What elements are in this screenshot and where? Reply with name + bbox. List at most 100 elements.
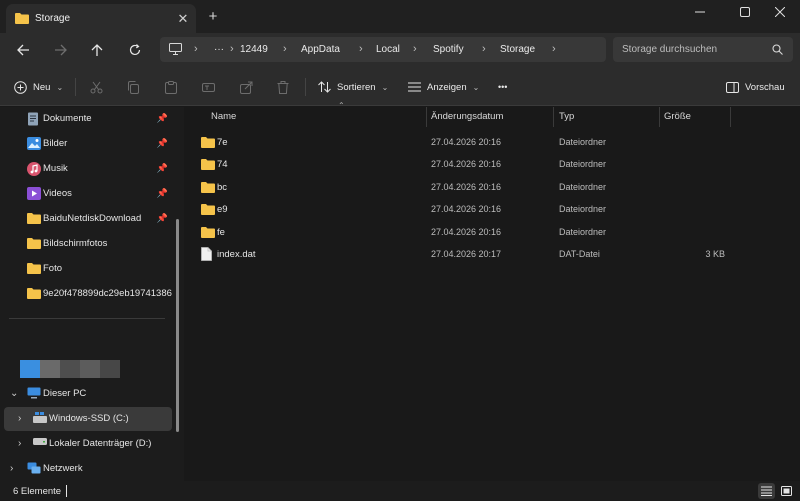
computer-icon xyxy=(27,387,41,401)
tiles-view-button[interactable] xyxy=(778,483,795,499)
table-row[interactable]: e9 27.04.2026 20:16 Dateiordner xyxy=(191,198,747,220)
chevron-right-icon[interactable]: › xyxy=(10,463,13,474)
view-button-label: Anzeigen xyxy=(427,81,467,93)
file-size: 3 KB xyxy=(705,249,725,259)
rename-button[interactable] xyxy=(202,78,215,96)
sidebar-item-network[interactable]: › Netzwerk xyxy=(4,457,172,481)
sidebar-item-bilder[interactable]: Bilder 📌 xyxy=(4,132,172,156)
maximize-button[interactable] xyxy=(725,0,765,24)
toolbar-divider xyxy=(305,78,306,96)
breadcrumb-item[interactable]: Spotify xyxy=(433,44,464,55)
file-name: e9 xyxy=(217,204,228,215)
table-row[interactable]: fe 27.04.2026 20:16 Dateiordner xyxy=(191,221,747,243)
title-bar: Storage ✕ + xyxy=(0,0,800,33)
share-button[interactable] xyxy=(240,78,253,96)
table-row[interactable]: 74 27.04.2026 20:16 Dateiordner xyxy=(191,153,747,175)
paste-button[interactable] xyxy=(165,78,177,96)
column-header-name[interactable]: ⌃ Name xyxy=(211,101,426,127)
sidebar-item-musik[interactable]: Musik 📌 xyxy=(4,157,172,181)
breadcrumb-overflow[interactable]: ··· xyxy=(214,44,224,55)
details-view-button[interactable] xyxy=(758,483,775,499)
sidebar-divider xyxy=(9,318,165,319)
sidebar-item-hash-folder[interactable]: 9e20f478899dc29eb19741386 xyxy=(4,282,172,306)
sidebar-item-baidunetdiskdownload[interactable]: BaiduNetdiskDownload 📌 xyxy=(4,207,172,231)
breadcrumb-chevron-icon: › xyxy=(230,43,234,55)
file-list: ⌃ Name Änderungsdatum Typ Größe 7e 27.04… xyxy=(186,101,800,481)
sidebar-item-this-pc[interactable]: ⌄ Dieser PC xyxy=(4,382,172,406)
breadcrumb-item[interactable]: 12449 xyxy=(240,44,268,55)
back-button[interactable] xyxy=(12,40,34,60)
blurred-item xyxy=(40,360,60,378)
pictures-icon xyxy=(27,137,41,151)
sidebar-scrollbar[interactable] xyxy=(176,219,179,432)
pin-icon: 📌 xyxy=(156,113,168,123)
file-name: fe xyxy=(217,227,225,238)
sidebar-item-videos[interactable]: Videos 📌 xyxy=(4,182,172,206)
view-button[interactable]: Anzeigen ⌄ xyxy=(408,78,479,96)
monitor-icon xyxy=(169,43,182,58)
sort-button[interactable]: Sortieren ⌄ xyxy=(318,78,388,96)
tab-storage[interactable]: Storage ✕ xyxy=(6,4,196,33)
delete-button[interactable] xyxy=(277,78,289,96)
column-header-type[interactable]: Typ xyxy=(559,107,659,127)
breadcrumb-item[interactable]: Local xyxy=(376,44,400,55)
search-icon xyxy=(772,44,783,58)
column-header-date[interactable]: Änderungsdatum xyxy=(431,107,551,127)
up-button[interactable] xyxy=(86,40,108,60)
minimize-button[interactable] xyxy=(680,0,720,24)
breadcrumb-item[interactable]: AppData xyxy=(301,44,340,55)
cut-button[interactable] xyxy=(90,78,103,96)
rename-icon xyxy=(202,82,215,92)
sort-caret-icon: ⌃ xyxy=(338,101,345,110)
column-divider[interactable] xyxy=(553,107,554,127)
breadcrumb-chevron-icon: › xyxy=(283,43,287,55)
search-input[interactable]: Storage durchsuchen xyxy=(613,37,793,62)
file-date: 27.04.2026 20:16 xyxy=(431,182,502,192)
column-header-size[interactable]: Größe xyxy=(664,107,724,127)
videos-icon xyxy=(27,187,41,201)
breadcrumb-item[interactable]: Storage xyxy=(500,44,535,55)
forward-button[interactable] xyxy=(49,40,71,60)
sidebar-item-bildschirmfotos[interactable]: Bildschirmfotos xyxy=(4,232,172,256)
close-button[interactable] xyxy=(760,0,800,24)
folder-icon xyxy=(27,287,41,301)
tab-close-button[interactable]: ✕ xyxy=(174,10,192,28)
file-type: Dateiordner xyxy=(559,137,607,147)
new-tab-button[interactable]: + xyxy=(204,8,222,26)
share-icon xyxy=(240,81,253,94)
chevron-right-icon[interactable]: › xyxy=(18,413,21,424)
sidebar-item-foto[interactable]: Foto xyxy=(4,257,172,281)
chevron-right-icon[interactable]: › xyxy=(18,438,21,449)
folder-icon xyxy=(201,203,215,215)
copy-button[interactable] xyxy=(127,78,140,96)
drive-icon xyxy=(33,437,47,451)
refresh-button[interactable] xyxy=(124,40,146,60)
table-row[interactable]: index.dat 27.04.2026 20:17 DAT-Datei 3 K… xyxy=(191,243,747,265)
folder-icon xyxy=(15,12,29,27)
chevron-down-icon[interactable]: ⌄ xyxy=(10,388,18,399)
folder-icon xyxy=(201,136,215,148)
breadcrumb-chevron-icon: › xyxy=(413,43,417,55)
scissors-icon xyxy=(90,81,103,93)
column-divider[interactable] xyxy=(730,107,731,127)
sidebar-item-drive-c[interactable]: › Windows-SSD (C:) xyxy=(4,407,172,431)
music-icon xyxy=(27,162,41,176)
sidebar-item-dokumente[interactable]: Dokumente 📌 xyxy=(4,107,172,131)
new-button[interactable]: Neu ⌄ xyxy=(14,78,63,96)
pin-icon: 📌 xyxy=(156,138,168,148)
column-divider[interactable] xyxy=(659,107,660,127)
item-count: 6 Elemente xyxy=(13,486,62,497)
folder-icon xyxy=(201,226,215,238)
file-name: bc xyxy=(217,182,228,193)
more-button[interactable]: ••• xyxy=(498,78,507,96)
table-row[interactable]: 7e 27.04.2026 20:16 Dateiordner xyxy=(191,131,747,153)
table-row[interactable]: bc 27.04.2026 20:16 Dateiordner xyxy=(191,176,747,198)
preview-button[interactable]: Vorschau xyxy=(726,78,785,96)
folder-icon xyxy=(201,158,215,170)
column-divider[interactable] xyxy=(426,107,427,127)
more-icon: ••• xyxy=(498,82,508,92)
address-bar[interactable]: › ··· › 12449 › AppData › Local › Spotif… xyxy=(160,37,606,62)
breadcrumb-chevron-icon: › xyxy=(552,43,556,55)
blurred-item xyxy=(60,360,80,378)
sidebar-item-drive-d[interactable]: › Lokaler Datenträger (D:) xyxy=(4,432,172,456)
